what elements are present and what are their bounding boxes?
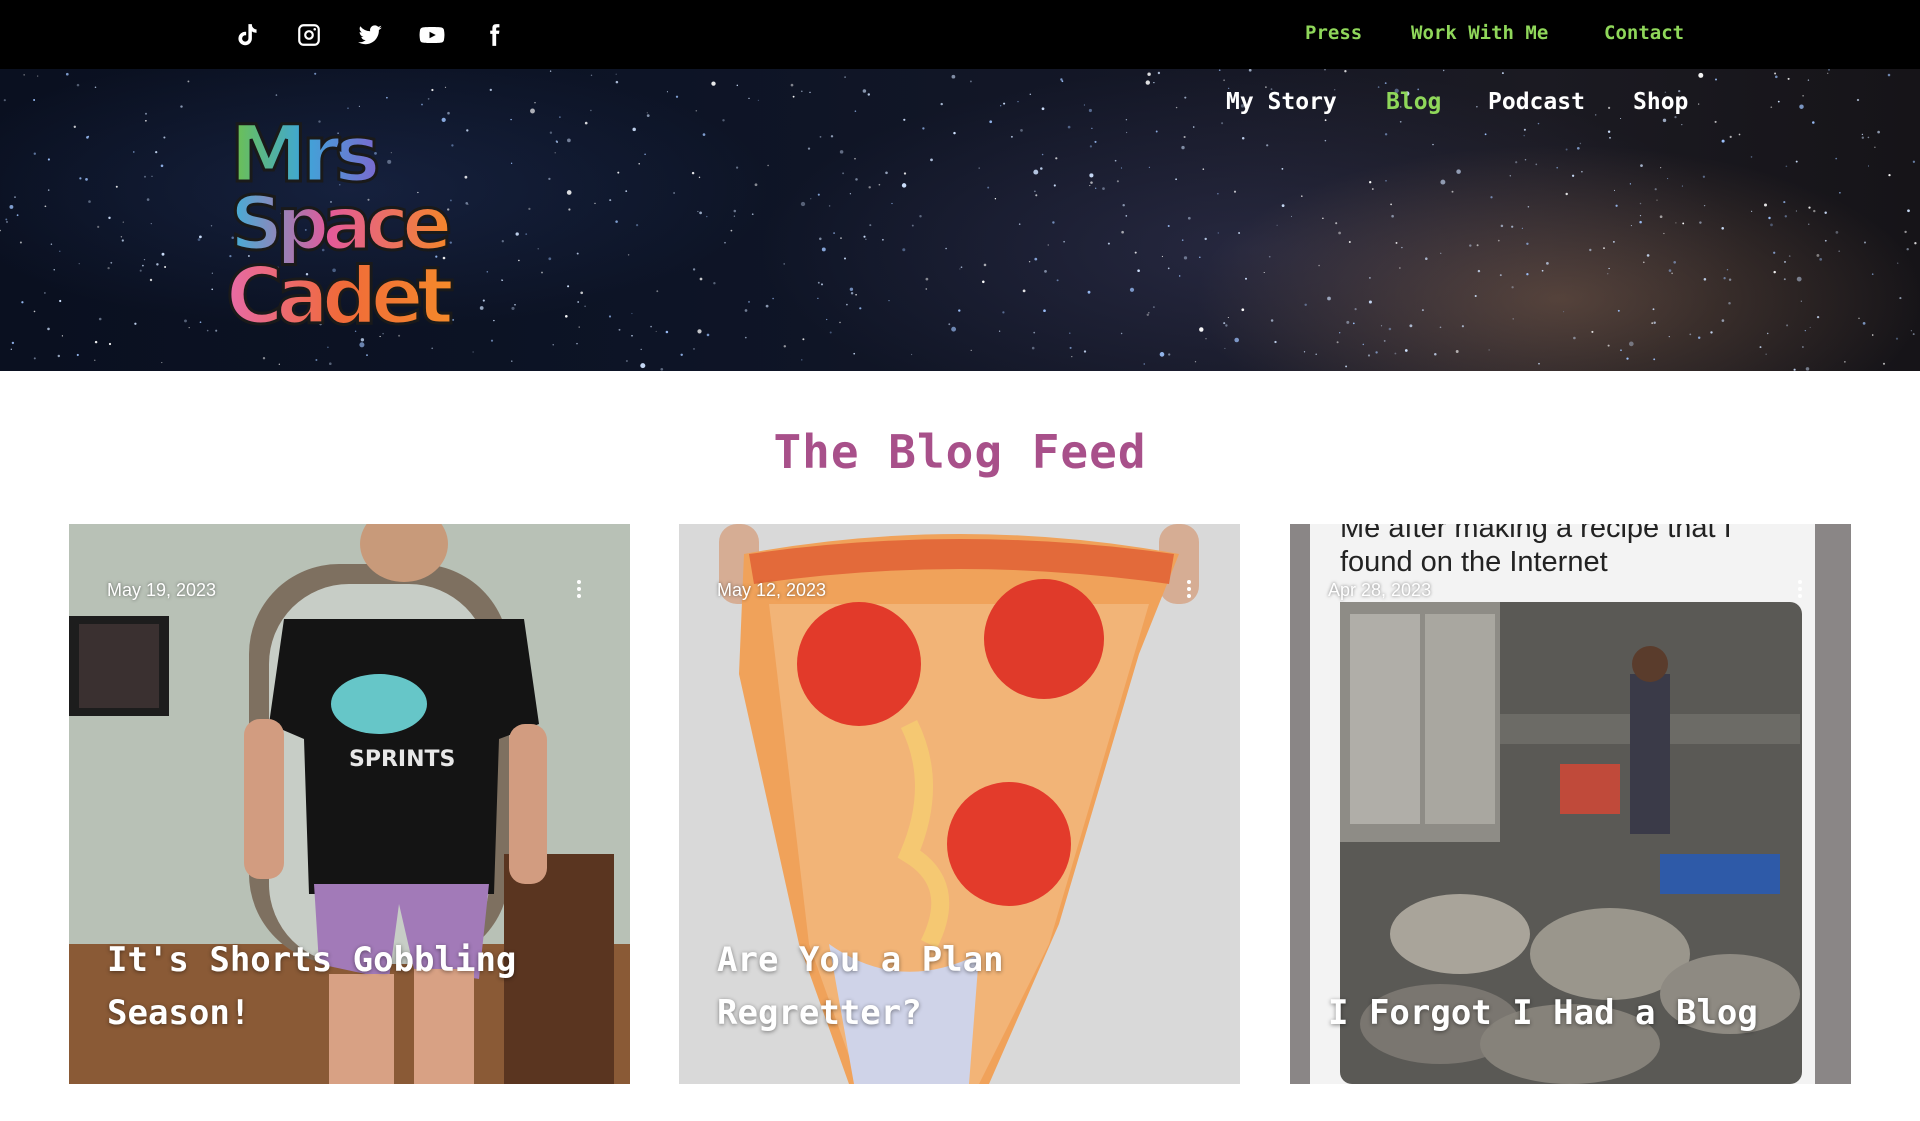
more-options-icon[interactable] xyxy=(1793,578,1807,604)
nav-item-shop[interactable]: Shop xyxy=(1633,89,1688,115)
post-date: May 12, 2023 xyxy=(717,580,827,600)
blog-post-card[interactable]: Me after making a recipe that I found on… xyxy=(1290,524,1851,1084)
top-link-press[interactable]: Press xyxy=(1305,22,1362,44)
post-date: May 19, 2023 xyxy=(107,580,217,600)
logo-line-3: Cadet xyxy=(226,252,453,335)
nav-item-blog[interactable]: Blog xyxy=(1386,89,1441,115)
top-link-contact[interactable]: Contact xyxy=(1604,22,1684,44)
nav-item-my-story[interactable]: My Story xyxy=(1226,89,1337,115)
post-date: Apr 28, 2023 xyxy=(1328,580,1432,600)
header-hero-banner: Mrs Space Cadet My Story Blog Podcast Sh… xyxy=(0,69,1920,371)
tiktok-icon[interactable] xyxy=(227,0,267,69)
top-link-work-with-me[interactable]: Work With Me xyxy=(1411,22,1548,44)
youtube-icon[interactable] xyxy=(412,0,452,69)
page-title: The Blog Feed xyxy=(773,425,1147,479)
site-logo[interactable]: Mrs Space Cadet xyxy=(225,109,488,344)
instagram-icon[interactable] xyxy=(289,0,329,69)
post-title[interactable]: It's Shorts Gobbling Season! xyxy=(107,934,607,1040)
nav-item-podcast[interactable]: Podcast xyxy=(1488,89,1585,115)
meme-caption-line-2: found on the Internet xyxy=(1340,546,1608,578)
facebook-icon[interactable] xyxy=(474,0,514,69)
blog-post-card[interactable]: May 12, 2023 Are You a Plan Regretter? xyxy=(679,524,1240,1084)
meme-caption-line-1: Me after making a recipe that I xyxy=(1340,524,1732,544)
svg-text:SPRINTS: SPRINTS xyxy=(349,747,455,772)
more-options-icon[interactable] xyxy=(1182,578,1196,604)
twitter-icon[interactable] xyxy=(350,0,390,69)
blog-post-card[interactable]: SPRINTS May 19, 2023 It's Shorts Gobblin… xyxy=(69,524,630,1084)
top-bar: Press Work With Me Contact xyxy=(0,0,1920,69)
post-title[interactable]: Are You a Plan Regretter? xyxy=(717,934,1217,1040)
post-title[interactable]: I Forgot I Had a Blog xyxy=(1328,987,1828,1040)
more-options-icon[interactable] xyxy=(572,578,586,604)
logo-artwork: Mrs Space Cadet xyxy=(225,109,462,344)
